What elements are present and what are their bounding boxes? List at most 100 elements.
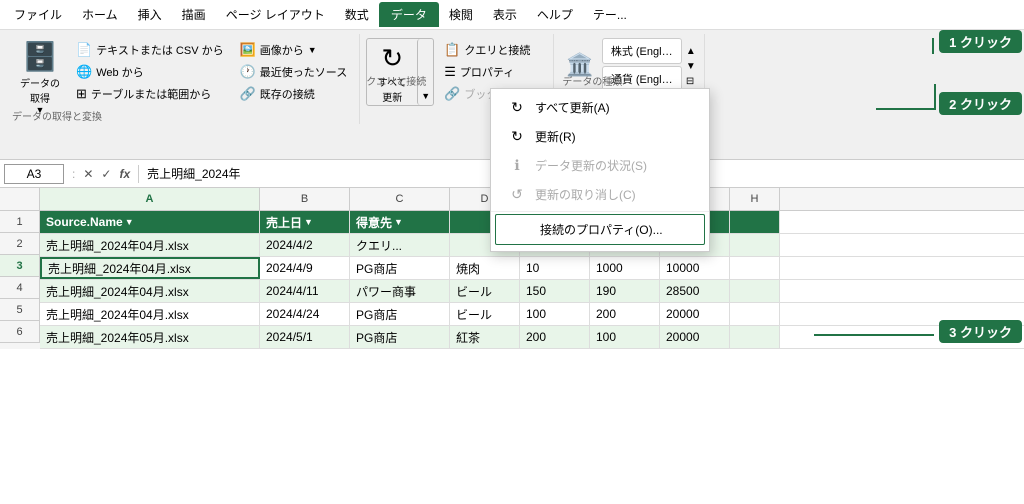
cell-C1[interactable]: 得意先 ▼ — [350, 211, 450, 233]
query-conn-button[interactable]: 📋 クエリと接続 — [438, 40, 547, 60]
refresh-icon: ↻ — [381, 43, 403, 74]
cell-C6[interactable]: PG商店 — [350, 326, 450, 348]
cell-A2[interactable]: 売上明細_2024年04月.xlsx — [40, 234, 260, 256]
menu-home[interactable]: ホーム — [72, 2, 128, 27]
cell-H3[interactable] — [730, 257, 780, 279]
existing-conn-button[interactable]: 🔗 既存の接続 — [234, 84, 354, 104]
cell-B3[interactable]: 2024/4/9 — [260, 257, 350, 279]
dropdown-all-refresh-label: すべて更新(A) — [535, 99, 610, 116]
cell-H2[interactable] — [730, 234, 780, 256]
row-num-1: 1 — [0, 211, 40, 233]
property-button[interactable]: ☰ プロパティ — [438, 62, 547, 82]
col-header-B[interactable]: B — [260, 188, 350, 210]
col-header-H[interactable]: H — [730, 188, 780, 210]
all-refresh-button[interactable]: ↻ すべて更新 — [367, 39, 417, 105]
filter-arrow-A1[interactable]: ▼ — [125, 217, 134, 227]
cell-G3[interactable]: 10000 — [660, 257, 730, 279]
cell-G4[interactable]: 28500 — [660, 280, 730, 302]
menu-draw[interactable]: 描画 — [172, 2, 216, 27]
callout-2[interactable]: 2 クリック — [939, 92, 1022, 115]
menu-extra[interactable]: テー... — [583, 2, 637, 27]
cancel-icon[interactable]: ✕ — [79, 165, 97, 183]
dropdown-conn-property[interactable]: 接続のプロパティ(O)... — [495, 214, 705, 245]
menu-formula[interactable]: 数式 — [335, 2, 379, 27]
cell-C5[interactable]: PG商店 — [350, 303, 450, 325]
cell-C4[interactable]: パワー商事 — [350, 280, 450, 302]
existing-label: 既存の接続 — [260, 86, 315, 102]
table-range-button[interactable]: ⊞ テーブルまたは範囲から — [70, 84, 230, 104]
fx-icon[interactable]: fx — [115, 165, 134, 183]
cell-G6[interactable]: 20000 — [660, 326, 730, 348]
cell-D5[interactable]: ビール — [450, 303, 520, 325]
cell-D4[interactable]: ビール — [450, 280, 520, 302]
cell-A4[interactable]: 売上明細_2024年04月.xlsx — [40, 280, 260, 302]
cell-C3[interactable]: PG商店 — [350, 257, 450, 279]
menu-view[interactable]: 表示 — [483, 2, 527, 27]
data-get-button[interactable]: 🗄️ データの取得 ▼ — [14, 38, 66, 116]
cell-A6[interactable]: 売上明細_2024年05月.xlsx — [40, 326, 260, 348]
dropdown-all-refresh[interactable]: ↻ すべて更新(A) — [491, 93, 709, 122]
col-header-A[interactable]: A — [40, 188, 260, 210]
cell-F6[interactable]: 100 — [590, 326, 660, 348]
cell-H5[interactable] — [730, 303, 780, 325]
cell-H6[interactable] — [730, 326, 780, 348]
cell-B2[interactable]: 2024/4/2 — [260, 234, 350, 256]
table-row: 売上明細_2024年04月.xlsx 2024/4/24 PG商店 ビール 10… — [40, 303, 1024, 326]
all-refresh-dropdown-arrow[interactable]: ▼ — [417, 39, 433, 105]
confirm-icon[interactable]: ✓ — [97, 165, 115, 183]
cell-B1[interactable]: 売上日 ▼ — [260, 211, 350, 233]
cell-H4[interactable] — [730, 280, 780, 302]
cell-F3[interactable]: 1000 — [590, 257, 660, 279]
filter-arrow-C1[interactable]: ▼ — [394, 217, 403, 227]
data-types-down[interactable]: ▼ — [686, 61, 696, 72]
database-icon: 🗄️ — [23, 40, 58, 73]
cell-F4[interactable]: 190 — [590, 280, 660, 302]
callout-1[interactable]: 1 クリック — [939, 30, 1022, 53]
cell-E5[interactable]: 100 — [520, 303, 590, 325]
cell-A1[interactable]: Source.Name ▼ — [40, 211, 260, 233]
data-types-more[interactable]: ⊟ — [686, 76, 696, 87]
text-csv-label: テキストまたは CSV から — [96, 42, 223, 58]
cell-D3[interactable]: 焼肉 — [450, 257, 520, 279]
callout-3[interactable]: 3 クリック — [939, 320, 1022, 343]
filter-arrow-B1[interactable]: ▼ — [304, 217, 313, 227]
menu-insert[interactable]: 挿入 — [128, 2, 172, 27]
cell-C1-label: 得意先 — [356, 214, 392, 231]
cell-B5[interactable]: 2024/4/24 — [260, 303, 350, 325]
formula-divider — [138, 165, 139, 183]
menu-help[interactable]: ヘルプ — [527, 2, 583, 27]
query-conn-label-group: クエリと接続 — [366, 73, 426, 88]
menu-review[interactable]: 検閲 — [439, 2, 483, 27]
cell-E4[interactable]: 150 — [520, 280, 590, 302]
cell-B6[interactable]: 2024/5/1 — [260, 326, 350, 348]
menu-file[interactable]: ファイル — [4, 2, 72, 27]
stock-button[interactable]: 株式 (Engli... — [602, 38, 682, 64]
col-header-C[interactable]: C — [350, 188, 450, 210]
menu-data[interactable]: データ — [379, 2, 439, 27]
cell-G5[interactable]: 20000 — [660, 303, 730, 325]
row-num-3: 3 — [0, 255, 40, 277]
cell-B4[interactable]: 2024/4/11 — [260, 280, 350, 302]
cell-C2[interactable]: クエリ... — [350, 234, 450, 256]
menu-page-layout[interactable]: ページ レイアウト — [216, 2, 335, 27]
text-csv-button[interactable]: 📄 テキストまたは CSV から — [70, 40, 230, 60]
dropdown-refresh[interactable]: ↻ 更新(R) — [491, 122, 709, 151]
cell-H1[interactable] — [730, 211, 780, 233]
cell-reference[interactable] — [4, 164, 64, 184]
cell-A3[interactable]: 売上明細_2024年04月.xlsx — [40, 257, 260, 279]
image-button[interactable]: 🖼️ 画像から ▼ — [234, 40, 354, 60]
arrow-2-horiz — [876, 108, 936, 110]
table-icon: ⊞ — [76, 86, 87, 102]
cell-E3[interactable]: 10 — [520, 257, 590, 279]
data-types-up[interactable]: ▲ — [686, 46, 696, 57]
formula-colon: : — [68, 167, 79, 181]
recent-sources-button[interactable]: 🕐 最近使ったソース — [234, 62, 354, 82]
row-headers: 1 2 3 4 5 6 — [0, 211, 40, 349]
cell-A5[interactable]: 売上明細_2024年04月.xlsx — [40, 303, 260, 325]
cell-F5[interactable]: 200 — [590, 303, 660, 325]
table-row: 売上明細_2024年05月.xlsx 2024/5/1 PG商店 紅茶 200 … — [40, 326, 1024, 349]
web-button[interactable]: 🌐 Web から — [70, 62, 230, 82]
cell-D6[interactable]: 紅茶 — [450, 326, 520, 348]
row-num-4: 4 — [0, 277, 40, 299]
cell-E6[interactable]: 200 — [520, 326, 590, 348]
